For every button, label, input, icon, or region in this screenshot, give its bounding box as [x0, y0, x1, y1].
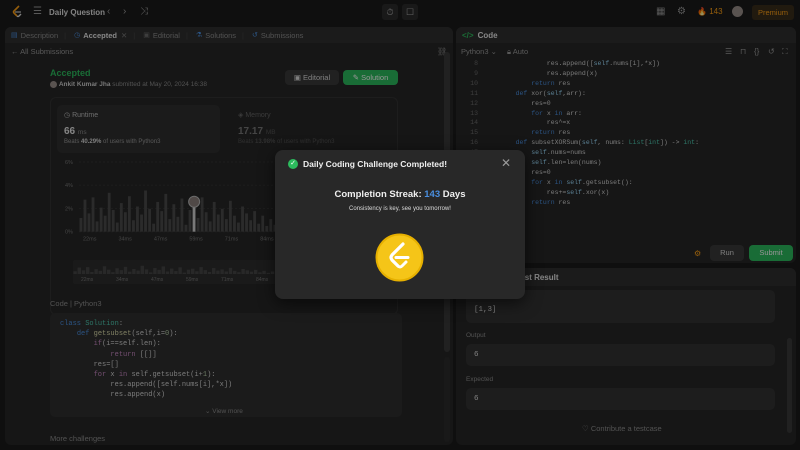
completion-streak: Completion Streak: 143 Days: [275, 189, 525, 200]
streak-suffix: Days: [442, 189, 466, 200]
streak-value: 143: [424, 189, 441, 200]
modal-title: Daily Coding Challenge Completed!: [303, 159, 448, 169]
streak-prefix: Completion Streak:: [334, 189, 422, 200]
leetcode-medal-icon: [375, 233, 424, 282]
check-circle-icon: ✓: [288, 159, 298, 169]
close-icon[interactable]: ✕: [501, 156, 511, 170]
daily-challenge-modal: ✓ Daily Coding Challenge Completed! ✕ Co…: [275, 150, 525, 299]
modal-subtitle: Consistency is key, see you tomorrow!: [349, 206, 451, 212]
